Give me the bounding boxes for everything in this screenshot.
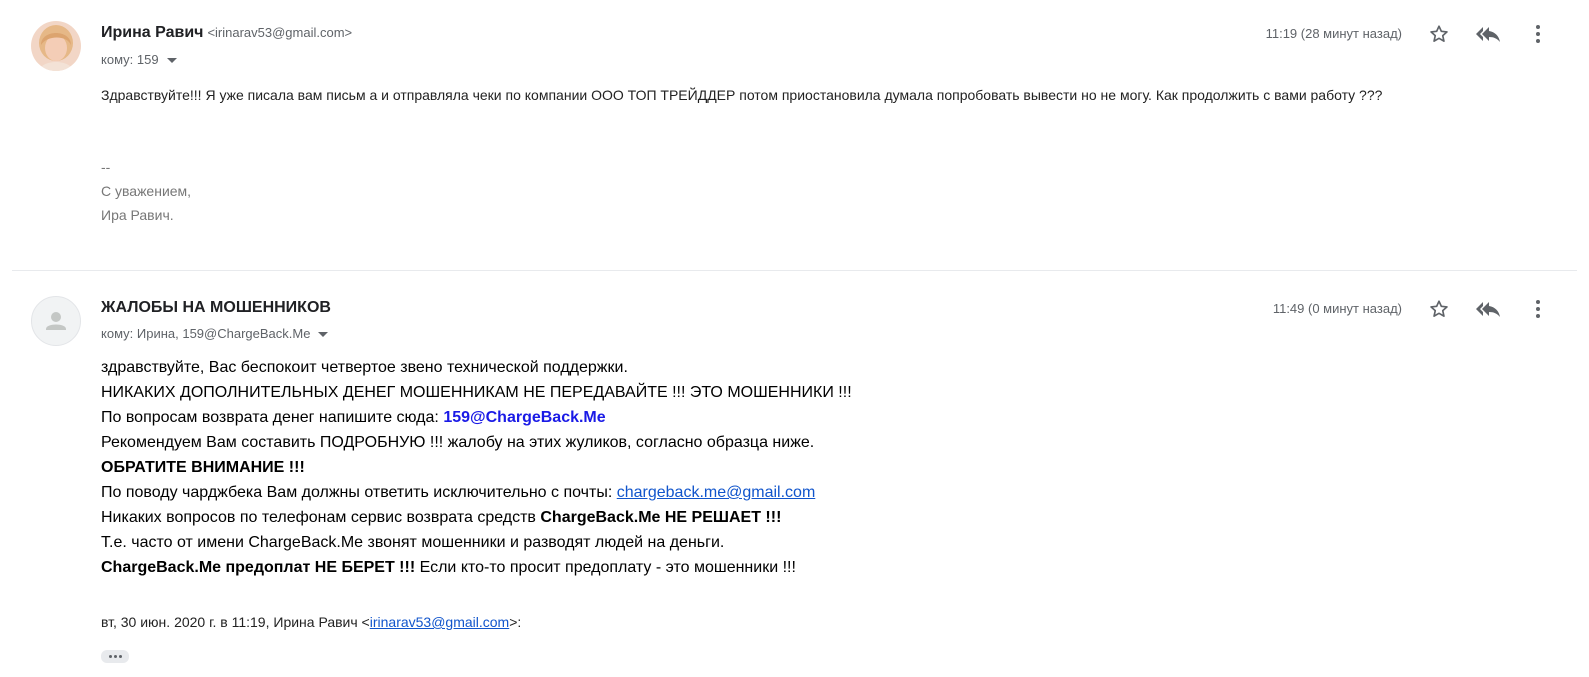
- reply-all-icon: [1476, 302, 1500, 317]
- body-text: По поводу чарджбека Вам должны ответить …: [101, 484, 617, 501]
- show-trimmed-content-icon: [118, 655, 122, 658]
- chevron-down-icon[interactable]: [318, 332, 329, 337]
- quoted-header-text: вт, 30 июн. 2020 г. в 11:19, Ирина Равич…: [101, 614, 370, 630]
- body-line-bold: ОБРАТИТЕ ВНИМАНИЕ !!!: [101, 459, 305, 476]
- body-line: Рекомендуем Вам составить ПОДРОБНУЮ !!! …: [101, 434, 815, 451]
- recipients-toggle[interactable]: кому: Ирина, 159@ChargeBack.Me: [101, 326, 329, 341]
- reply-all-button[interactable]: [1475, 296, 1501, 322]
- more-options-button[interactable]: [1525, 21, 1551, 47]
- star-button[interactable]: [1426, 21, 1452, 47]
- star-icon: [1430, 25, 1448, 42]
- body-text-bold: ChargeBack.Me НЕ РЕШАЕТ !!!: [540, 509, 782, 526]
- quoted-header: вт, 30 июн. 2020 г. в 11:19, Ирина Равич…: [101, 614, 521, 630]
- recipients-toggle[interactable]: кому: 159: [101, 52, 177, 67]
- message-divider: [12, 270, 1577, 271]
- reply-all-button[interactable]: [1475, 21, 1501, 47]
- sender-email: <irinarav53@gmail.com>: [207, 25, 353, 40]
- body-line: По вопросам возврата денег напишите сюда…: [101, 405, 852, 430]
- star-icon: [1430, 300, 1448, 317]
- body-line: Никаких вопросов по телефонам сервис воз…: [101, 505, 852, 530]
- quoted-header-text: >:: [509, 614, 522, 630]
- contact-email: 159@ChargeBack.Me: [443, 409, 606, 426]
- body-line: По поводу чарджбека Вам должны ответить …: [101, 480, 852, 505]
- message-time: 11:19 (28 минут назад): [1265, 26, 1402, 41]
- more-options-button[interactable]: [1525, 296, 1551, 322]
- more-vert-icon: [1536, 300, 1540, 318]
- body-line: ChargeBack.Me предоплат НЕ БЕРЕТ !!! Есл…: [101, 555, 852, 580]
- signature-line: Ира Равич.: [101, 207, 174, 223]
- email-link[interactable]: chargeback.me@gmail.com: [617, 484, 816, 501]
- body-line: Т.е. часто от имени ChargeBack.Me звонят…: [101, 534, 725, 551]
- show-trimmed-content-icon: [108, 655, 112, 658]
- body-text: Никаких вопросов по телефонам сервис воз…: [101, 509, 541, 526]
- star-button[interactable]: [1426, 296, 1452, 322]
- body-line: здравствуйте, Вас беспокоит четвертое зв…: [101, 359, 628, 376]
- chevron-down-icon[interactable]: [166, 58, 177, 63]
- recipients-text: кому: 159: [101, 52, 159, 67]
- body-text-bold: ChargeBack.Me предоплат НЕ БЕРЕТ !!!: [101, 559, 416, 576]
- message-body: Здравствуйте!!! Я уже писала вам письм а…: [101, 87, 1383, 103]
- signature-separator: --: [101, 159, 111, 175]
- email-message-1: Ирина Равич <irinarav53@gmail.com> кому: …: [0, 0, 1589, 270]
- email-message-2: ЖАЛОБЫ НА МОШЕННИКОВ кому: Ирина, 159@Ch…: [0, 272, 1589, 677]
- signature: -- С уважением, Ира Равич.: [101, 155, 191, 227]
- sender-name: Ирина Равич <irinarav53@gmail.com>: [101, 24, 352, 42]
- sender-name: ЖАЛОБЫ НА МОШЕННИКОВ: [101, 299, 331, 316]
- sender-name-text: Ирина Равич: [101, 24, 204, 41]
- reply-all-icon: [1476, 27, 1500, 42]
- body-line: НИКАКИХ ДОПОЛНИТЕЛЬНЫХ ДЕНЕГ МОШЕННИКАМ …: [101, 384, 852, 401]
- sender-avatar[interactable]: [31, 296, 81, 346]
- more-vert-icon: [1536, 25, 1540, 43]
- sender-avatar[interactable]: [31, 21, 81, 71]
- signature-line: С уважением,: [101, 183, 192, 199]
- show-trimmed-content-icon: [113, 655, 117, 658]
- recipients-text: кому: Ирина, 159@ChargeBack.Me: [101, 326, 311, 341]
- email-link[interactable]: irinarav53@gmail.com: [370, 614, 509, 630]
- body-text: Если кто-то просит предоплату - это моше…: [415, 559, 796, 576]
- show-trimmed-content-button[interactable]: [101, 650, 129, 663]
- default-avatar-icon: [46, 312, 66, 330]
- message-body: здравствуйте, Вас беспокоит четвертое зв…: [101, 355, 852, 580]
- message-time: 11:49 (0 минут назад): [1272, 301, 1402, 316]
- body-text: По вопросам возврата денег напишите сюда…: [101, 409, 444, 426]
